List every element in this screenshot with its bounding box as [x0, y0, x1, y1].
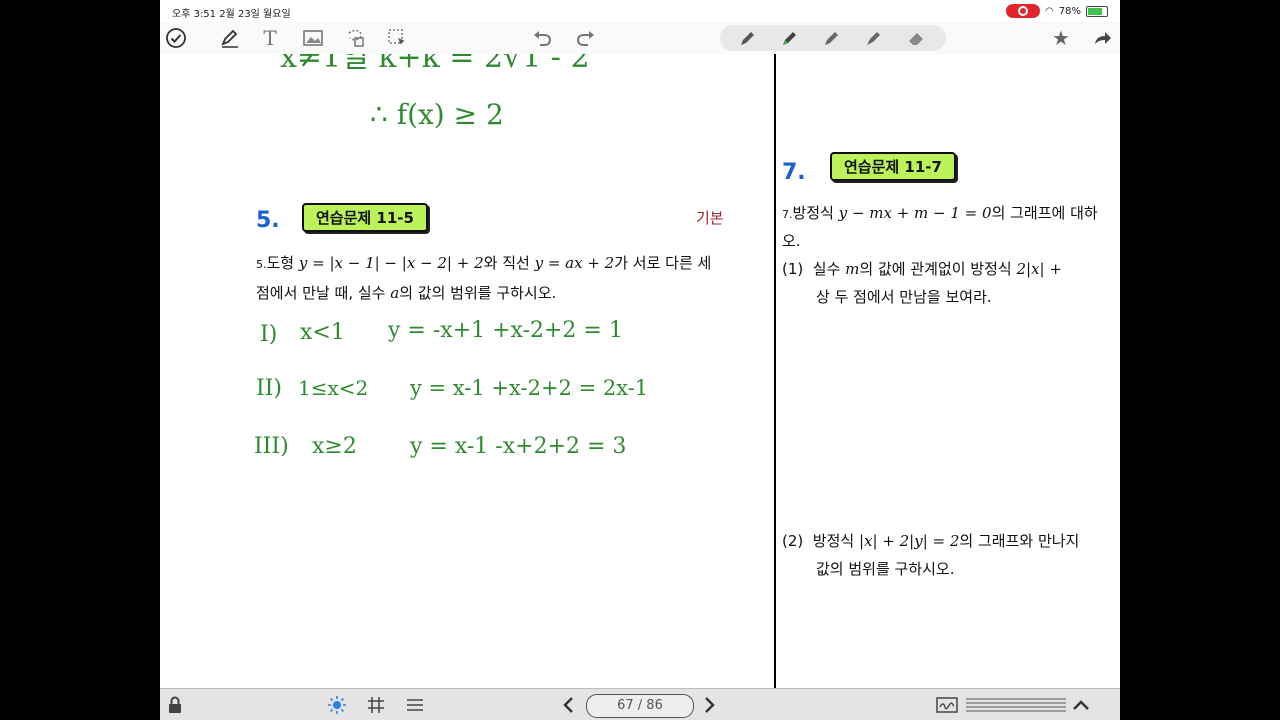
status-time-date: 오후 3:51 2월 23일 월요일 [172, 9, 291, 20]
math-expression: y − mx + m − 1 = 0 [838, 204, 992, 222]
math-expression: 2|x| + [1016, 260, 1062, 278]
subquestion-label: (1) [782, 260, 804, 278]
problem-number-5: 5. [256, 208, 280, 233]
question-text: 방정식 [792, 204, 839, 222]
subquestion-1-line-2: 상 두 점에서 만남을 보여라. [816, 288, 992, 306]
question-text: 가 서로 다른 세 [614, 254, 712, 272]
question-text: 방정식 [812, 532, 859, 550]
math-expression: y = ax + 2 [534, 254, 615, 272]
problem-number-7: 7. [782, 160, 806, 185]
grid-icon[interactable] [365, 694, 387, 716]
undo-icon[interactable] [530, 26, 554, 50]
handwriting-case-condition: x<1 [300, 320, 345, 345]
star-icon[interactable]: ★ [1049, 26, 1073, 50]
pencil-icon[interactable] [736, 26, 760, 50]
lock-icon[interactable] [164, 694, 186, 716]
handwriting-case-label: I) [260, 322, 278, 347]
difficulty-label: 기본 [696, 209, 724, 227]
highlighter-pen-icon[interactable] [778, 26, 802, 50]
question-text: 의 값에 관계없이 방정식 [859, 260, 1017, 278]
handwriting-case-condition: x≥2 [312, 434, 357, 459]
chevron-up-icon[interactable] [1070, 694, 1092, 716]
exercise-badge-11-7: 연습문제 11-7 [830, 152, 956, 181]
status-bar: 오후 3:51 2월 23일 월요일 ◠ 78% [160, 0, 1120, 22]
question-marker: 7. [782, 208, 793, 221]
page-thumbnails-handle[interactable] [966, 697, 1066, 713]
question-text: 점에서 만날 때, 실수 [256, 284, 391, 302]
handwriting-case-label: II) [256, 376, 282, 401]
question-text: 실수 [812, 260, 846, 278]
exercise-badge-11-5: 연습문제 11-5 [302, 203, 428, 232]
handwriting-case-expression: y = x-1 -x+2+2 = 3 [410, 434, 627, 459]
handwriting-case-label: III) [254, 434, 289, 459]
annotation-toolbar: T ★ [160, 22, 1120, 55]
question-7-line-2: 오. [782, 232, 801, 250]
page-indicator[interactable]: 67 / 86 [586, 694, 694, 718]
image-tool-icon[interactable] [301, 26, 325, 50]
question-5-line-1: 5.도형 y = |x − 1| − |x − 2| + 2와 직선 y = a… [256, 248, 711, 280]
handwriting-top-cut: x≠1일 k+k = 2√1 - 2 [280, 54, 590, 75]
status-indicators: ◠ 78% [1006, 4, 1108, 18]
subquestion-1-line-1: (1) 실수 m의 값에 관계없이 방정식 2|x| + [782, 254, 1062, 284]
math-expression: y = |x − 1| − |x − 2| + 2 [298, 254, 484, 272]
question-5-line-2: 점에서 만날 때, 실수 a의 값의 범위를 구하시오. [256, 278, 556, 308]
ipad-screen: 오후 3:51 2월 23일 월요일 ◠ 78% T ★ x≠1일 k+k = … [160, 0, 1120, 720]
next-page-icon[interactable] [698, 694, 720, 716]
handwriting-case-condition: 1≤x<2 [298, 376, 369, 400]
pdf-page-right[interactable]: 7. 연습문제 11-7 7.방정식 y − mx + m − 1 = 0의 그… [776, 54, 1120, 688]
pdf-page-left[interactable]: x≠1일 k+k = 2√1 - 2 ∴ f(x) ≥ 2 5. 연습문제 11… [160, 54, 774, 688]
check-circle-icon[interactable] [164, 26, 188, 50]
question-7-line-1: 7.방정식 y − mx + m − 1 = 0의 그래프에 대하 [782, 198, 1098, 230]
subquestion-2-line-2: 값의 범위를 구하시오. [816, 560, 955, 578]
question-text: 의 값의 범위를 구하시오. [399, 284, 557, 302]
math-expression: m [845, 260, 860, 278]
screen-recording-icon [1006, 4, 1041, 18]
handwriting-case-expression: y = x-1 +x-2+2 = 2x-1 [410, 376, 649, 400]
question-marker: 5. [256, 258, 267, 271]
text-tool-icon[interactable]: T [258, 26, 282, 50]
question-text: 의 그래프에 대하 [991, 204, 1098, 222]
question-text: 와 직선 [483, 254, 535, 272]
signature-icon[interactable] [936, 694, 958, 716]
select-tool-icon[interactable] [385, 26, 409, 50]
share-icon[interactable] [1090, 26, 1114, 50]
handwriting-conclusion: ∴ f(x) ≥ 2 [370, 98, 504, 131]
prev-page-icon[interactable] [558, 694, 580, 716]
handwriting-case-expression: y = -x+1 +x-2+2 = 1 [388, 318, 623, 343]
subquestion-2-line-1: (2) 방정식 |x| + 2|y| = 2의 그래프와 만나지 [782, 526, 1079, 556]
redo-icon[interactable] [574, 26, 598, 50]
math-expression: |x| + 2|y| = 2 [858, 532, 960, 550]
battery-percent: 78% [1058, 5, 1081, 17]
wifi-icon: ◠ [1045, 5, 1054, 17]
brightness-icon[interactable] [326, 694, 348, 716]
fountain-pen-icon[interactable] [820, 26, 844, 50]
subquestion-label: (2) [782, 532, 804, 550]
battery-icon [1086, 5, 1108, 17]
pen-palette [720, 25, 946, 51]
marker-icon[interactable] [862, 26, 886, 50]
question-text: 도형 [266, 254, 299, 272]
math-expression: a [390, 284, 400, 302]
question-text: 의 그래프와 만나지 [959, 532, 1080, 550]
lasso-tool-icon[interactable] [343, 26, 367, 50]
bottom-bar: 67 / 86 [160, 688, 1120, 720]
pen-tool-icon[interactable] [218, 26, 242, 50]
eraser-icon[interactable] [904, 26, 928, 50]
list-icon[interactable] [404, 694, 426, 716]
